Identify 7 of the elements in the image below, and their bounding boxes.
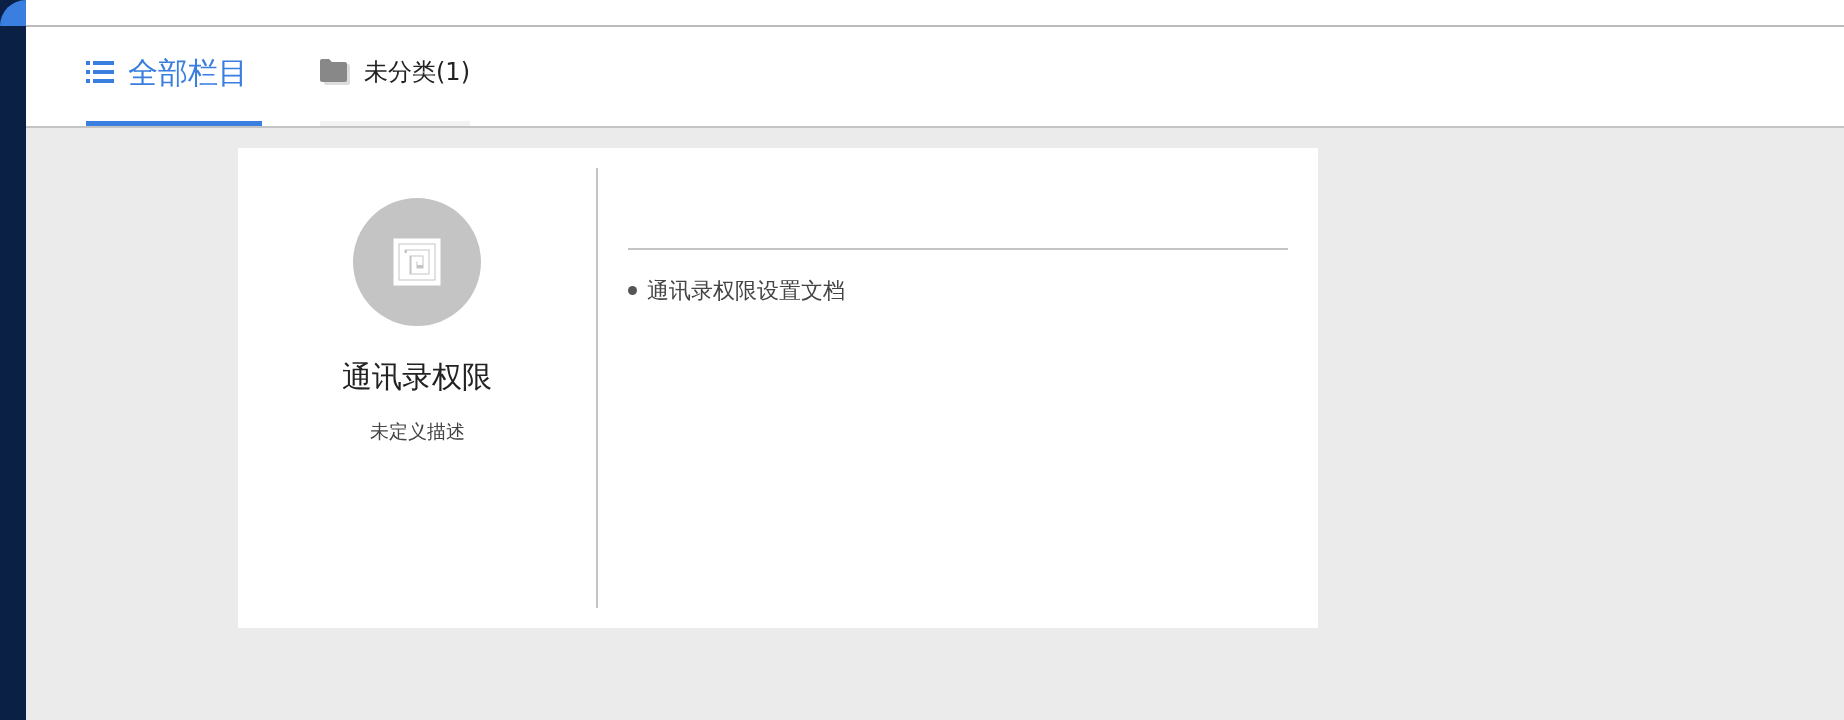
folder-icon [320,59,350,85]
bullet-icon [628,286,637,295]
sidebar-corner [0,0,26,26]
list-icon [86,61,114,83]
category-title: 通讯录权限 [342,358,492,396]
document-link[interactable]: 通讯录权限设置文档 [647,274,845,307]
category-description: 未定义描述 [369,419,465,444]
